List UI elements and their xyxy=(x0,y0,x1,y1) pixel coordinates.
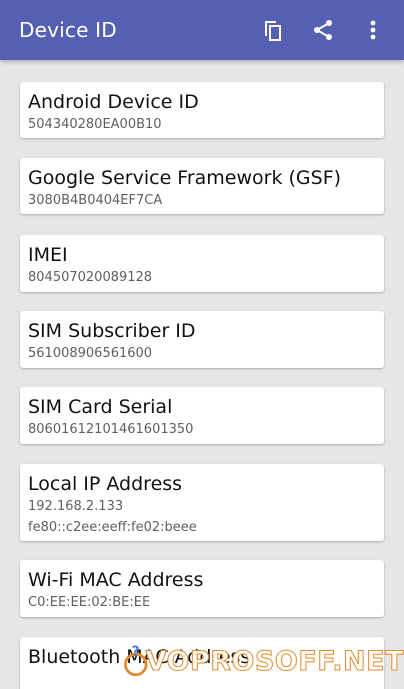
card-title: Local IP Address xyxy=(28,473,183,495)
card-value: 3080B4B0404EF7CA xyxy=(28,193,163,208)
watermark: ? VOPROSOFF.NET xyxy=(122,636,404,686)
share-button[interactable] xyxy=(298,6,348,54)
app-bar-actions xyxy=(248,6,398,54)
svg-text:?: ? xyxy=(132,644,140,660)
watermark-text: VOPROSOFF.NET xyxy=(145,645,404,677)
card-title: Wi-Fi MAC Address xyxy=(28,569,204,591)
card-value: fe80::c2ee:eeff:fe02:beee xyxy=(28,520,197,535)
card-sim-card-serial[interactable]: SIM Card Serial 80601612101461601350 xyxy=(20,387,384,444)
device-info-list[interactable]: Android Device ID 504340280EA00B10 Googl… xyxy=(0,60,404,689)
share-icon xyxy=(314,20,332,40)
card-title: Android Device ID xyxy=(28,91,199,113)
card-value: 561008906561600 xyxy=(28,346,153,361)
card-title: SIM Card Serial xyxy=(28,396,173,418)
app-bar: Device ID xyxy=(0,0,404,60)
card-wifi-mac-address[interactable]: Wi-Fi MAC Address C0:EE:EE:02:BE:EE xyxy=(20,560,384,617)
card-value: 504340280EA00B10 xyxy=(28,117,162,132)
card-android-device-id[interactable]: Android Device ID 504340280EA00B10 xyxy=(20,82,384,138)
card-value: 80601612101461601350 xyxy=(28,422,194,437)
app-title: Device ID xyxy=(19,18,117,42)
card-title: Google Service Framework (GSF) xyxy=(28,167,342,189)
card-value: 804507020089128 xyxy=(28,270,153,285)
card-sim-subscriber-id[interactable]: SIM Subscriber ID 561008906561600 xyxy=(20,311,384,368)
more-options-button[interactable] xyxy=(348,6,398,54)
card-title: SIM Subscriber ID xyxy=(28,320,196,342)
card-value: 192.168.2.133 xyxy=(28,499,124,514)
card-value: C0:EE:EE:02:BE:EE xyxy=(28,595,151,610)
card-imei[interactable]: IMEI 804507020089128 xyxy=(20,235,384,292)
card-gsf[interactable]: Google Service Framework (GSF) 3080B4B04… xyxy=(20,158,384,214)
card-local-ip-address[interactable]: Local IP Address 192.168.2.133 fe80::c2e… xyxy=(20,464,384,541)
card-title: IMEI xyxy=(28,244,68,266)
more-vert-icon xyxy=(370,20,376,40)
copy-button[interactable] xyxy=(248,6,298,54)
copy-icon xyxy=(265,21,281,41)
